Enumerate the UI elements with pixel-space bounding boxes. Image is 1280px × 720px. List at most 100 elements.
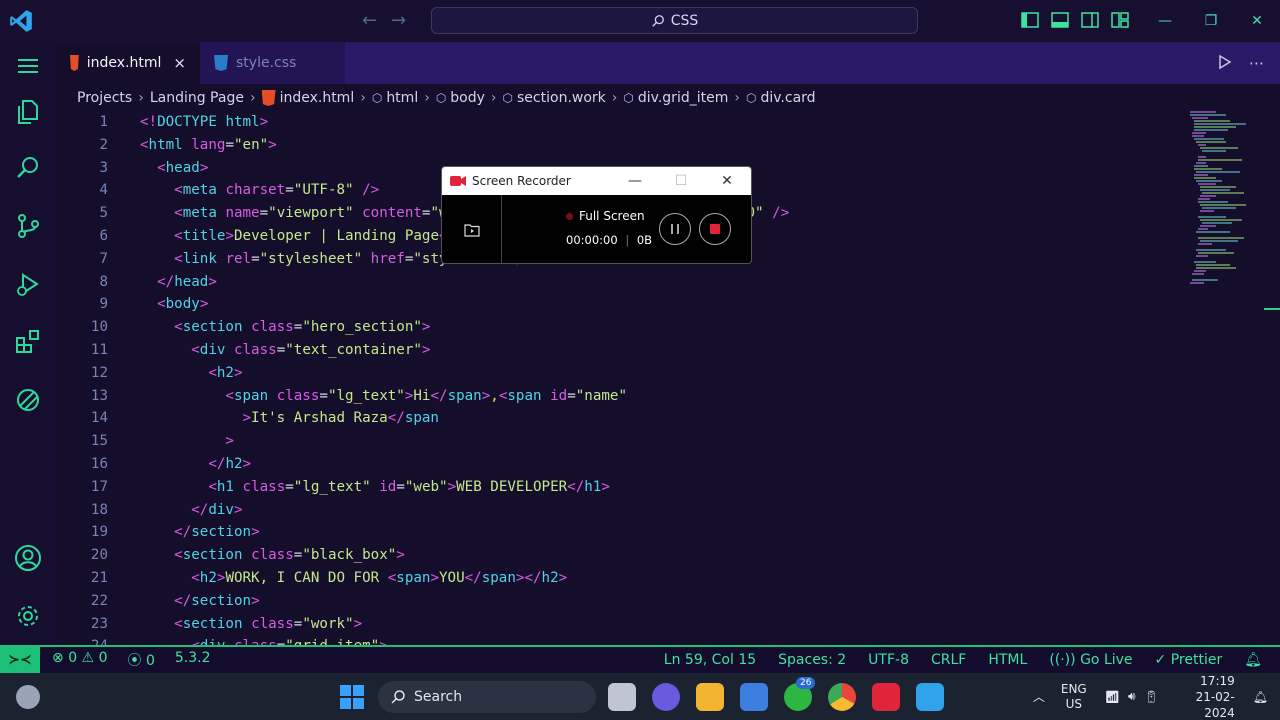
command-center-text: CSS (670, 12, 699, 29)
code-text: <meta charset="UTF-8" /> (174, 182, 380, 199)
breadcrumb-item[interactable]: div.grid_item (638, 90, 728, 106)
code-line[interactable]: 17 <h1 class="lg_text" id="web">WEB DEVE… (56, 476, 1186, 499)
explorer-files-icon[interactable] (14, 98, 42, 126)
source-control-icon[interactable] (14, 212, 42, 240)
html5-file-icon (261, 90, 276, 106)
minimap[interactable] (1186, 108, 1266, 298)
breadcrumb-item[interactable]: index.html (280, 90, 355, 106)
tab-style-css[interactable]: style.css (200, 42, 345, 84)
code-text: <section class="hero_section"> (174, 319, 431, 336)
command-center-search[interactable]: CSS (431, 7, 918, 34)
recording-stats: 00:00:00 | 0B (566, 233, 653, 247)
breadcrumb-item[interactable]: Projects (77, 90, 132, 106)
forward-arrow-icon[interactable]: → (391, 10, 406, 31)
code-line[interactable]: 12 <h2> (56, 362, 1186, 385)
recorder-close-icon[interactable]: ✕ (704, 167, 750, 195)
breadcrumb-item[interactable]: div.card (760, 90, 815, 106)
encoding[interactable]: UTF-8 (868, 652, 909, 668)
minimize-icon[interactable]: — (1142, 0, 1188, 42)
file-explorer-icon[interactable] (696, 683, 724, 711)
scrollbar-position-marker[interactable] (1264, 308, 1280, 310)
taskbar-search[interactable]: Search (378, 681, 596, 713)
pause-button[interactable] (659, 213, 691, 245)
navigation-arrows: ← → (362, 10, 406, 31)
run-debug-icon[interactable] (14, 270, 42, 298)
microsoft-store-icon[interactable] (740, 683, 768, 711)
toggle-primary-sidebar-icon[interactable] (1020, 10, 1040, 30)
taskbar-search-label: Search (414, 689, 463, 705)
code-line[interactable]: 15 > (56, 430, 1186, 453)
line-number: 18 (90, 501, 108, 518)
cursor-position[interactable]: Ln 59, Col 15 (664, 652, 756, 668)
code-line[interactable]: 20 <section class="black_box"> (56, 544, 1186, 567)
code-line[interactable]: 8 </head> (56, 271, 1186, 294)
indentation[interactable]: Spaces: 2 (778, 652, 846, 668)
run-icon[interactable] (1217, 54, 1233, 70)
language-mode[interactable]: HTML (988, 652, 1027, 668)
code-line[interactable]: 24 <div class="grid_item"> (56, 635, 1186, 645)
volume-icon[interactable]: 🔊︎ (1128, 689, 1136, 704)
stop-button[interactable] (699, 213, 731, 245)
notifications-bell-icon[interactable]: 🔔︎ (1244, 652, 1262, 668)
code-line[interactable]: 13 <span class="lg_text">Hi</span>,<span… (56, 385, 1186, 408)
code-line[interactable]: 10 <section class="hero_section"> (56, 316, 1186, 339)
chrome-icon[interactable] (828, 683, 856, 711)
menu-icon[interactable] (14, 52, 42, 80)
vscode-logo-icon (10, 10, 32, 32)
breadcrumb-item[interactable]: body (450, 90, 485, 106)
close-window-icon[interactable]: ✕ (1234, 0, 1280, 42)
breadcrumb-item[interactable]: section.work (517, 90, 606, 106)
start-button-icon[interactable] (340, 685, 364, 709)
search-sidebar-icon[interactable] (14, 154, 42, 182)
go-live-button[interactable]: ((·)) Go Live (1049, 652, 1132, 668)
customize-layout-icon[interactable] (1110, 10, 1130, 30)
breadcrumb-item[interactable]: html (386, 90, 418, 106)
line-endings[interactable]: CRLF (931, 652, 966, 668)
code-line[interactable]: 2 <html lang="en"> (56, 134, 1186, 157)
problems-indicator[interactable]: ⊗ 0 ⚠ 0 (52, 650, 107, 670)
code-line[interactable]: 19 </section> (56, 521, 1186, 544)
ports-indicator[interactable]: ⦿ 0 (127, 650, 154, 670)
wifi-icon[interactable]: 📶︎ (1105, 690, 1120, 704)
tab-index-html[interactable]: index.html × (56, 42, 200, 84)
weather-widget-icon[interactable] (16, 685, 40, 709)
vscode-taskbar-icon[interactable] (916, 683, 944, 711)
code-line[interactable]: 1 <!DOCTYPE html> (56, 111, 1186, 134)
line-number: 15 (90, 433, 108, 450)
code-line[interactable]: 14 >It's Arshad Raza</span (56, 407, 1186, 430)
remote-explorer-icon[interactable] (14, 386, 42, 414)
code-line[interactable]: 23 <section class="work"> (56, 613, 1186, 636)
close-tab-icon[interactable]: × (173, 54, 186, 72)
breadcrumb-item[interactable]: Landing Page (150, 90, 244, 106)
toggle-secondary-sidebar-icon[interactable] (1080, 10, 1100, 30)
clock[interactable]: 17:19 21-02-2024 (1175, 673, 1235, 720)
code-line[interactable]: 9 <body> (56, 293, 1186, 316)
whatsapp-icon[interactable]: 26 (784, 677, 816, 711)
show-hidden-icons-icon[interactable]: ︿ (1033, 688, 1045, 705)
extensions-icon[interactable] (14, 328, 42, 356)
code-line[interactable]: 16 </h2> (56, 453, 1186, 476)
accounts-icon[interactable] (14, 544, 42, 572)
more-actions-icon[interactable]: ··· (1249, 54, 1264, 73)
restore-icon[interactable]: ❐ (1188, 0, 1234, 42)
notifications-icon[interactable]: 🔔︎ (1253, 690, 1268, 704)
meet-chat-icon[interactable] (652, 683, 680, 711)
code-line[interactable]: 18 </div> (56, 499, 1186, 522)
code-text: <section class="work"> (174, 615, 363, 632)
toggle-panel-icon[interactable] (1050, 10, 1070, 30)
recorder-minimize-icon[interactable]: — (612, 167, 658, 195)
code-line[interactable]: 22 </section> (56, 590, 1186, 613)
code-line[interactable]: 11 <div class="text_container"> (56, 339, 1186, 362)
screen-recorder-taskbar-icon[interactable] (872, 683, 900, 711)
open-folder-button[interactable] (442, 195, 502, 263)
code-line[interactable]: 21 <h2>WORK, I CAN DO FOR <span>YOU</spa… (56, 567, 1186, 590)
settings-gear-icon[interactable] (14, 602, 42, 630)
task-view-icon[interactable] (608, 683, 636, 711)
remote-indicator-icon[interactable]: ≻≺ (0, 647, 40, 673)
prettier-button[interactable]: ✓ Prettier (1155, 652, 1223, 668)
battery-icon[interactable]: 🔋︎ (1144, 690, 1159, 704)
back-arrow-icon[interactable]: ← (362, 10, 377, 31)
input-language[interactable]: ENG US (1061, 682, 1087, 712)
version-indicator[interactable]: 5.3.2 (175, 650, 211, 670)
capture-mode[interactable]: Full Screen (566, 209, 645, 223)
